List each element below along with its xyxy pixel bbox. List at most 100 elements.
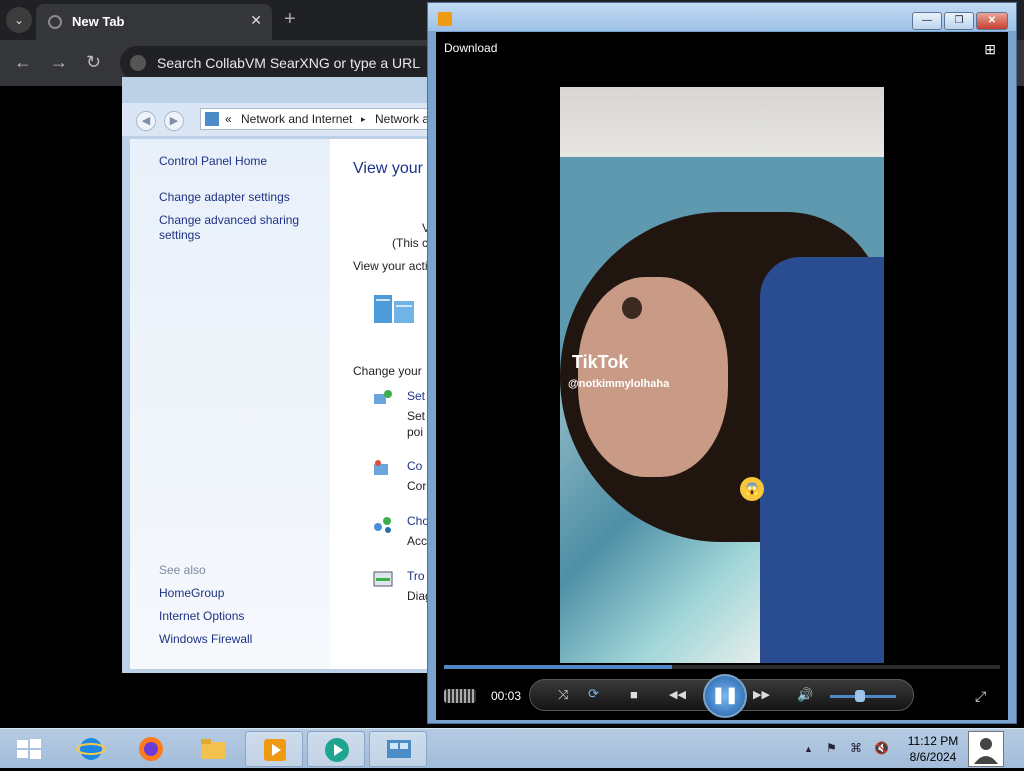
media-player-window: — ❐ ✕ Download ⊞ TikTok @notkimmylolhaha… xyxy=(427,2,1017,724)
show-hidden-icons[interactable]: ▲ xyxy=(804,744,813,754)
tab-title: New Tab xyxy=(72,14,125,29)
tab-close-button[interactable]: ✕ xyxy=(250,12,262,29)
start-button[interactable] xyxy=(0,731,58,767)
cp-link-adapter[interactable]: Change adapter settings xyxy=(159,190,290,205)
media-player-screen: Download ⊞ TikTok @notkimmylolhaha 😱 00:… xyxy=(436,32,1008,720)
playback-controls: ⤨ ⟳ ■ ◀◀ ❚❚ ▶▶ 🔊 xyxy=(529,674,914,718)
volume-thumb[interactable] xyxy=(854,690,865,702)
crumb-network[interactable]: Network a xyxy=(375,112,429,126)
cp-text-set: Set xyxy=(407,409,426,423)
crumb-network-internet[interactable]: Network and Internet xyxy=(241,112,352,126)
cp-link-troubleshoot[interactable]: Tro xyxy=(407,569,425,583)
taskbar-control-panel[interactable] xyxy=(369,731,427,767)
cp-link-homegroup[interactable]: HomeGroup xyxy=(159,586,224,601)
network-servers-icon xyxy=(374,295,414,323)
cp-heading: View your xyxy=(353,160,423,177)
folder-icon xyxy=(201,739,225,759)
forward-button[interactable]: → xyxy=(50,52,68,73)
address-placeholder: Search CollabVM SearXNG or type a URL xyxy=(157,55,420,71)
shuffle-button[interactable]: ⤨ xyxy=(558,687,568,703)
cp-breadcrumb[interactable]: « Network and Internet ▸ Network a xyxy=(200,108,432,130)
seek-progress xyxy=(444,665,672,669)
video-person-shirt xyxy=(760,257,884,663)
cp-back-button[interactable]: ◀ xyxy=(136,111,156,131)
firefox-icon xyxy=(139,737,163,761)
setup-connection-icon xyxy=(374,390,392,404)
video-person-eye xyxy=(622,297,642,319)
screaming-emoji: 😱 xyxy=(740,477,764,501)
network-icon[interactable]: ⌘ xyxy=(850,741,862,755)
clock[interactable]: 11:12 PM 8/6/2024 xyxy=(903,733,963,765)
cp-forward-button[interactable]: ▶ xyxy=(164,111,184,131)
search-engine-icon xyxy=(130,55,146,71)
cp-link-internet-options[interactable]: Internet Options xyxy=(159,609,244,624)
new-tab-button[interactable]: + xyxy=(284,8,296,31)
crumb-separator: ▸ xyxy=(361,114,366,124)
taskbar-firefox[interactable] xyxy=(122,731,180,767)
minimize-button[interactable]: — xyxy=(912,12,942,30)
video-person-face xyxy=(578,277,728,477)
stop-button[interactable]: ■ xyxy=(630,687,638,702)
taskbar-internet-explorer[interactable] xyxy=(62,731,120,767)
cp-link-firewall[interactable]: Windows Firewall xyxy=(159,632,252,647)
close-button[interactable]: ✕ xyxy=(976,12,1008,30)
homegroup-icon xyxy=(374,517,391,533)
network-icon xyxy=(205,112,219,126)
media-player-app-icon xyxy=(438,12,452,26)
tab-search-button[interactable]: ⌄ xyxy=(6,7,32,33)
taskbar-explorer[interactable] xyxy=(184,731,242,767)
volume-icon[interactable]: 🔇 xyxy=(874,741,889,755)
reload-button[interactable]: ↻ xyxy=(86,52,101,73)
user-avatar[interactable] xyxy=(968,731,1004,767)
cp-link-set[interactable]: Set xyxy=(407,389,425,403)
user-icon xyxy=(974,738,998,764)
media-player-titlebar[interactable]: — ❐ ✕ xyxy=(428,3,1016,31)
fullscreen-button[interactable]: ⤢ xyxy=(975,688,986,705)
download-label[interactable]: Download xyxy=(444,41,497,55)
taskbar-media-player[interactable] xyxy=(245,731,303,767)
see-also-label: See also xyxy=(159,563,206,577)
clock-date: 8/6/2024 xyxy=(909,750,957,764)
cp-link-sharing[interactable]: Change advanced sharing settings xyxy=(159,213,309,243)
troubleshoot-icon xyxy=(373,571,393,587)
mute-button[interactable]: 🔊 xyxy=(797,687,813,703)
video-background-ceiling xyxy=(560,87,884,157)
windows-logo-icon xyxy=(17,739,41,759)
repeat-button[interactable]: ⟳ xyxy=(588,686,599,702)
tiktok-watermark: TikTok xyxy=(572,352,629,372)
cp-text-change: Change your xyxy=(353,364,422,378)
cp-text-this: (This c xyxy=(392,236,428,250)
seek-bar[interactable] xyxy=(444,665,1000,669)
restore-button[interactable]: ❐ xyxy=(944,12,974,30)
fast-forward-button[interactable]: ▶▶ xyxy=(753,688,770,701)
elapsed-time: 00:03 xyxy=(491,689,522,703)
cp-link-connect[interactable]: Co xyxy=(407,459,422,473)
back-button[interactable]: ← xyxy=(14,52,32,73)
connect-network-icon xyxy=(374,460,388,475)
control-panel-address-bar: ◀ ▶ « Network and Internet ▸ Network a xyxy=(122,103,432,136)
control-panel-sidebar: Control Panel Home Change adapter settin… xyxy=(130,139,330,669)
cp-link-choose[interactable]: Cho xyxy=(407,514,429,528)
visualizer-icon xyxy=(444,689,476,703)
crumb-chevron: « xyxy=(225,112,232,126)
cp-text-active: View your acti xyxy=(353,259,428,273)
rewind-button[interactable]: ◀◀ xyxy=(669,688,686,701)
switch-to-library-icon[interactable]: ⊞ xyxy=(984,41,996,58)
tab-new-tab[interactable]: New Tab ✕ xyxy=(36,4,272,40)
control-panel-icon xyxy=(387,740,411,758)
internet-explorer-icon xyxy=(76,738,106,760)
cp-link-home[interactable]: Control Panel Home xyxy=(159,154,267,169)
play-circle-icon xyxy=(325,738,349,762)
pause-button[interactable]: ❚❚ xyxy=(703,674,747,718)
action-center-icon[interactable]: ⚑ xyxy=(826,741,837,755)
cp-text-connect: Cor xyxy=(407,479,427,493)
taskbar: ▲ ⚑ ⌘ 🔇 11:12 PM 8/6/2024 xyxy=(0,728,1024,768)
cp-text-choose: Acc xyxy=(407,534,428,548)
clock-time: 11:12 PM xyxy=(907,734,959,748)
taskbar-player-app[interactable] xyxy=(307,731,365,767)
control-panel-window: ◀ ▶ « Network and Internet ▸ Network a C… xyxy=(122,77,432,673)
video-frame[interactable]: TikTok @notkimmylolhaha 😱 xyxy=(560,87,884,663)
control-panel-content: View your V (This c View your acti Chang… xyxy=(330,139,432,669)
globe-icon xyxy=(48,15,62,29)
cp-text-poi: poi xyxy=(407,425,424,439)
